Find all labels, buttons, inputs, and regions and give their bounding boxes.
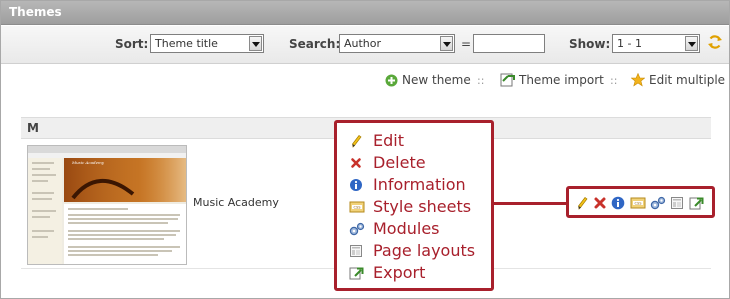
new-theme-label: New theme xyxy=(402,73,471,87)
pencil-icon[interactable] xyxy=(575,196,589,210)
panel-title: Themes xyxy=(9,5,62,19)
legend-label: Edit xyxy=(373,131,404,150)
filter-bar: Sort: Theme title Search: Author = Show:… xyxy=(1,26,729,64)
chevron-down-icon xyxy=(249,36,262,51)
search-input[interactable] xyxy=(473,34,545,53)
page-layouts-icon xyxy=(350,245,362,257)
sort-select[interactable]: Theme title xyxy=(150,34,264,53)
add-icon xyxy=(385,74,398,87)
panel-titlebar: Themes xyxy=(1,1,729,25)
stylesheet-icon: CSS xyxy=(349,201,365,213)
show-select-value: 1 - 1 xyxy=(617,37,642,50)
legend-label: Page layouts xyxy=(373,241,476,260)
callout-connector xyxy=(493,202,567,205)
edit-multiple-link[interactable]: Edit multiple xyxy=(630,72,726,87)
action-legend-callout: Edit Delete Information CSS Style sheets xyxy=(334,120,494,291)
star-icon xyxy=(630,72,646,87)
theme-preview-heading: Music Academy xyxy=(72,160,105,165)
legend-label: Export xyxy=(373,263,426,282)
export-icon xyxy=(349,267,364,280)
chevron-down-icon xyxy=(440,36,453,51)
delete-icon[interactable] xyxy=(593,196,607,210)
info-icon[interactable] xyxy=(611,196,625,210)
legend-label: Modules xyxy=(373,219,440,238)
modules-icon[interactable] xyxy=(650,196,666,210)
delete-icon xyxy=(351,158,361,168)
themes-panel: Themes Sort: Theme title Search: Author … xyxy=(0,0,730,299)
separator: :: xyxy=(610,74,618,87)
legend-label: Information xyxy=(373,175,466,194)
legend-label: Delete xyxy=(373,153,426,172)
group-letter: M xyxy=(27,121,39,135)
svg-text:CSS: CSS xyxy=(634,202,642,206)
search-operator: = xyxy=(461,37,472,51)
theme-import-link[interactable]: Theme import xyxy=(500,73,604,87)
info-icon xyxy=(350,179,362,191)
theme-thumbnail[interactable]: Music Academy xyxy=(27,145,187,265)
sort-select-value: Theme title xyxy=(155,37,218,50)
stylesheet-icon[interactable]: CSS xyxy=(630,196,646,210)
separator: :: xyxy=(477,74,485,87)
sort-label: Sort: xyxy=(115,37,149,51)
theme-preview-image xyxy=(28,146,186,264)
refresh-icon[interactable] xyxy=(707,34,723,50)
search-label: Search: xyxy=(289,37,341,51)
search-field-select[interactable]: Author xyxy=(339,34,455,53)
show-select[interactable]: 1 - 1 xyxy=(612,34,700,53)
chevron-down-icon xyxy=(685,36,698,51)
show-label: Show: xyxy=(569,37,611,51)
theme-import-label: Theme import xyxy=(519,73,604,87)
import-icon xyxy=(500,73,515,87)
export-icon[interactable] xyxy=(689,196,704,210)
pencil-icon xyxy=(352,135,362,148)
theme-name[interactable]: Music Academy xyxy=(193,196,279,209)
svg-text:CSS: CSS xyxy=(353,206,361,210)
page-layouts-icon[interactable] xyxy=(670,196,684,210)
modules-icon xyxy=(349,222,365,236)
edit-multiple-label: Edit multiple xyxy=(649,73,726,87)
new-theme-link[interactable]: New theme xyxy=(385,73,471,87)
row-action-icons: CSS xyxy=(566,186,715,218)
legend-label: Style sheets xyxy=(373,197,472,216)
search-field-value: Author xyxy=(344,37,382,50)
